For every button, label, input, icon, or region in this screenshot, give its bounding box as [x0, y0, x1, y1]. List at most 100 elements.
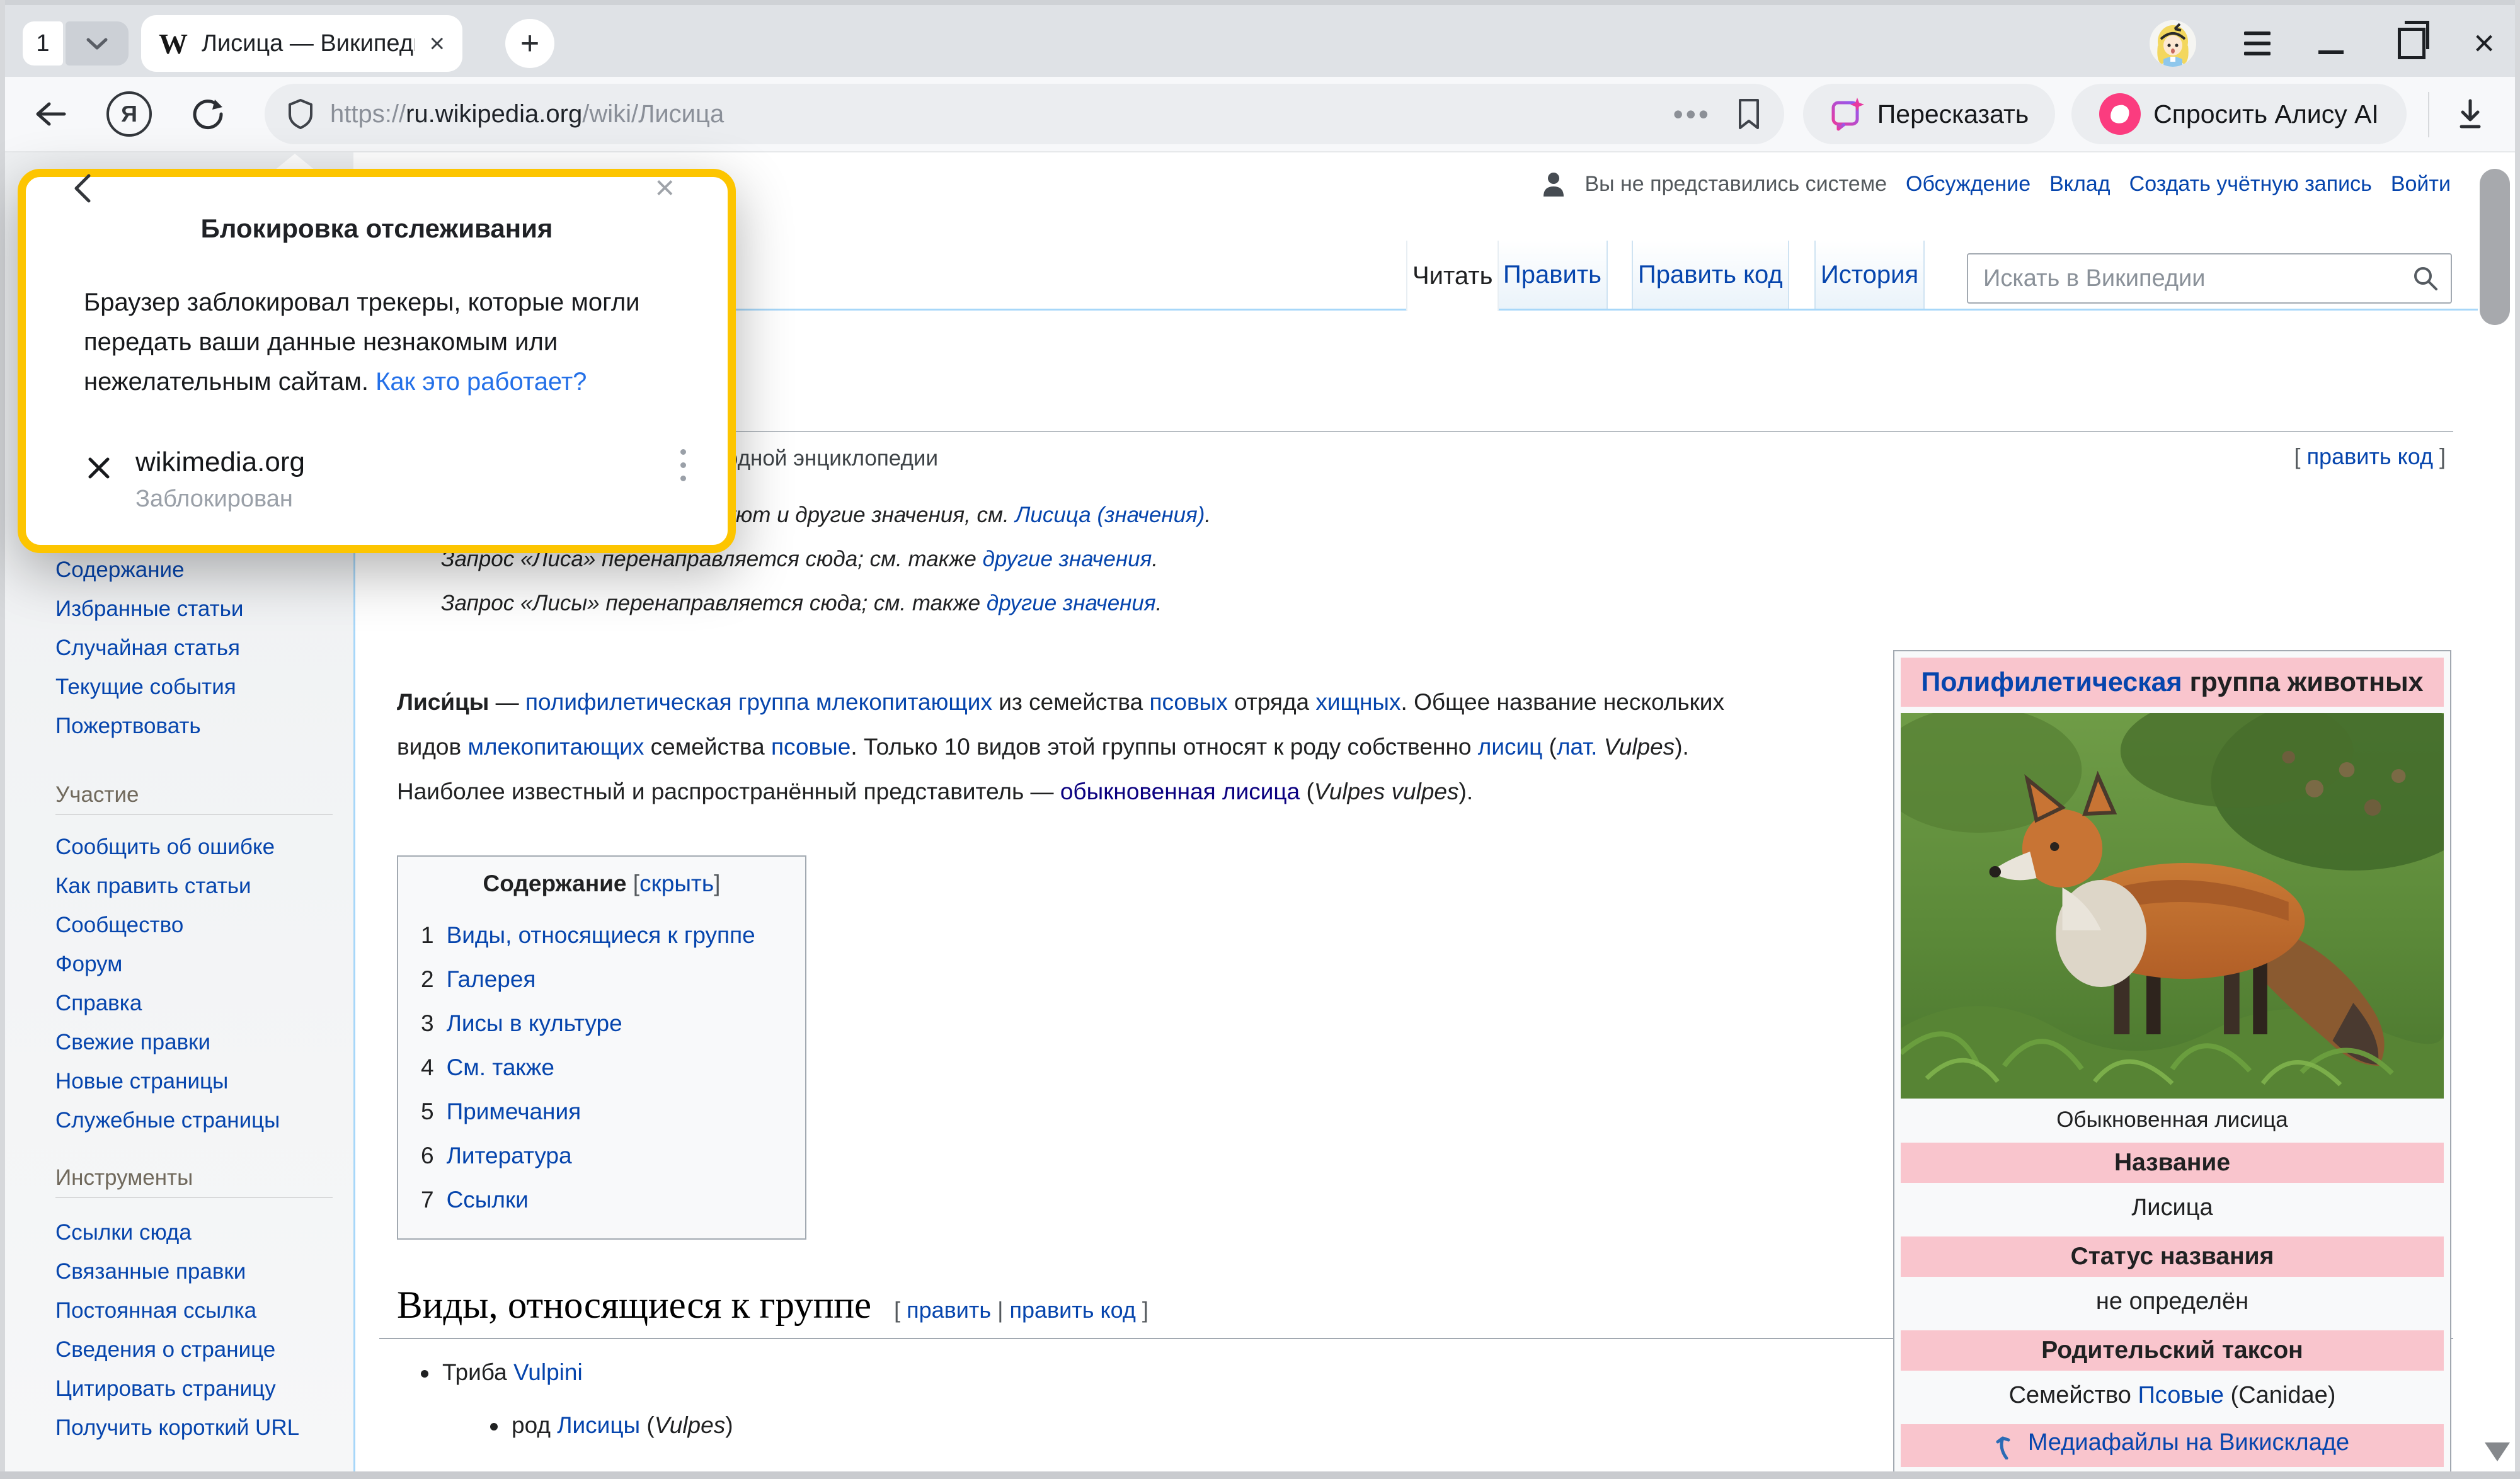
- sidebar-link[interactable]: Избранные статьи: [55, 590, 263, 629]
- section-title: Виды, относящиеся к группе: [397, 1284, 871, 1328]
- alice-logo-icon: [2099, 93, 2141, 135]
- tab-list-dropdown-button[interactable]: [66, 21, 129, 66]
- toc-link[interactable]: Лисы в культуре: [447, 1010, 622, 1036]
- inline-link[interactable]: полифилетическая группа: [525, 689, 810, 715]
- sidebar-link[interactable]: Новые страницы: [55, 1062, 333, 1101]
- sidebar-link[interactable]: Постоянная ссылка: [55, 1291, 333, 1330]
- inline-link[interactable]: другие значения: [987, 591, 1156, 615]
- ask-alice-button[interactable]: Спросить Алису AI: [2071, 84, 2407, 144]
- inline-link[interactable]: Лисица (значения): [1015, 503, 1205, 527]
- text-segment: Vulpes: [655, 1412, 725, 1438]
- commons-link[interactable]: Медиафайлы на Викискладе: [2028, 1429, 2349, 1456]
- new-tab-button[interactable]: +: [505, 19, 554, 68]
- inline-link[interactable]: хищных: [1315, 689, 1400, 715]
- tab-edit-source[interactable]: Править код: [1632, 241, 1789, 309]
- protect-shield-icon[interactable]: [287, 98, 314, 130]
- text-segment: .: [1205, 503, 1211, 527]
- tab-counter-label: 1: [36, 30, 49, 57]
- sidebar-link[interactable]: Ссылки сюда: [55, 1213, 333, 1252]
- text-segment: ).: [1459, 779, 1474, 804]
- back-button[interactable]: [25, 77, 76, 151]
- popup-close-icon[interactable]: ×: [655, 171, 675, 205]
- toc-link[interactable]: Ссылки: [447, 1187, 529, 1213]
- personal-link-create-account[interactable]: Создать учётную запись: [2129, 172, 2372, 197]
- wiki-search-input[interactable]: [1968, 265, 2412, 292]
- inline-link[interactable]: лисиц: [1478, 734, 1543, 760]
- toc-link[interactable]: Виды, относящиеся к группе: [447, 922, 755, 948]
- toc-hide-toggle[interactable]: [скрыть]: [633, 871, 721, 896]
- taxobox-commons-row: Медиафайлы на Викискладе: [1901, 1424, 2444, 1467]
- sidebar-link[interactable]: Форум: [55, 945, 333, 984]
- inline-link[interactable]: Полифилетическая: [1921, 667, 2182, 697]
- edit-source-top-link[interactable]: [ править код ]: [2294, 443, 2446, 470]
- bookmark-flag-icon[interactable]: [1736, 97, 1761, 131]
- personal-link-talk[interactable]: Обсуждение: [1906, 172, 2030, 197]
- tracker-menu-icon[interactable]: [680, 449, 686, 481]
- browser-menu-button[interactable]: [2244, 31, 2271, 55]
- sidebar-link[interactable]: Цитировать страницу: [55, 1369, 333, 1408]
- search-icon[interactable]: [2412, 265, 2439, 292]
- sidebar-link[interactable]: Справка: [55, 984, 333, 1023]
- inline-link[interactable]: Псовые: [2138, 1382, 2224, 1408]
- popup-title: Блокировка отслеживания: [26, 214, 728, 244]
- tab-counter-button[interactable]: 1: [23, 21, 63, 66]
- url-more-icon[interactable]: •••: [1673, 97, 1711, 131]
- scrollbar-thumb[interactable]: [2480, 169, 2510, 325]
- sidebar-link[interactable]: Сообщить об ошибке: [55, 828, 333, 867]
- sidebar-link[interactable]: Связанные правки: [55, 1252, 333, 1291]
- toc-link[interactable]: Примечания: [447, 1099, 581, 1124]
- text-segment: . Только 10 видов этой группы относят к …: [850, 734, 1477, 760]
- url-text[interactable]: https://ru.wikipedia.org/wiki/Лисица: [330, 100, 1673, 128]
- browser-tab[interactable]: W Лисица — Википедия ×: [141, 15, 462, 72]
- sidebar-link[interactable]: Содержание: [55, 551, 263, 590]
- downloads-button[interactable]: [2442, 77, 2499, 151]
- toc-link[interactable]: Литература: [447, 1143, 572, 1168]
- restore-window-button[interactable]: [2398, 28, 2426, 59]
- inline-link[interactable]: править код: [1009, 1297, 1135, 1323]
- fox-photo[interactable]: [1901, 713, 2444, 1099]
- inline-link[interactable]: Как это работает?: [375, 368, 587, 396]
- inline-link[interactable]: Vulpini: [513, 1359, 583, 1385]
- inline-link[interactable]: млекопитающих: [467, 734, 644, 760]
- scrollbar-down-arrow[interactable]: [2485, 1442, 2510, 1461]
- retell-ai-button[interactable]: Пересказать: [1803, 84, 2055, 144]
- inline-link[interactable]: скрыть: [639, 871, 714, 896]
- tab-close-icon[interactable]: ×: [429, 30, 445, 57]
- sidebar-link[interactable]: Случайная статья: [55, 629, 263, 668]
- inline-link[interactable]: псовых: [1149, 689, 1227, 715]
- tab-edit[interactable]: Править: [1497, 241, 1608, 309]
- sidebar-link[interactable]: Сведения о странице: [55, 1330, 333, 1369]
- toc-link[interactable]: Галерея: [447, 966, 536, 992]
- section-edit-links[interactable]: [ править | править код ]: [894, 1297, 1148, 1323]
- tab-read[interactable]: Читать: [1406, 241, 1499, 311]
- personal-link-contribs[interactable]: Вклад: [2049, 172, 2110, 197]
- profile-avatar[interactable]: [2150, 20, 2196, 67]
- address-bar[interactable]: https://ru.wikipedia.org/wiki/Лисица •••: [265, 84, 1784, 144]
- minimize-button[interactable]: [2318, 50, 2344, 54]
- sidebar-link[interactable]: Получить короткий URL: [55, 1408, 333, 1448]
- sidebar-link[interactable]: Как править статьи: [55, 867, 333, 906]
- tab-history[interactable]: История: [1814, 241, 1925, 309]
- yandex-services-button[interactable]: Я: [101, 77, 158, 151]
- sidebar-link[interactable]: Свежие правки: [55, 1023, 333, 1062]
- inline-link[interactable]: Лисицы: [557, 1412, 640, 1438]
- sidebar-link[interactable]: Текущие события: [55, 668, 263, 707]
- popup-back-button[interactable]: [71, 172, 94, 208]
- sidebar-link[interactable]: Пожертвовать: [55, 707, 263, 746]
- reload-button[interactable]: [183, 77, 233, 151]
- close-window-button[interactable]: ×: [2473, 25, 2495, 62]
- inline-link[interactable]: править: [907, 1297, 991, 1323]
- inline-link[interactable]: млекопитающих: [816, 689, 992, 715]
- inline-link[interactable]: править код: [2307, 443, 2433, 469]
- personal-link-login[interactable]: Войти: [2391, 172, 2451, 197]
- taxobox-row-header: Название: [1901, 1143, 2444, 1183]
- toc-item: 7Ссылки: [421, 1178, 799, 1222]
- sidebar-link[interactable]: Служебные страницы: [55, 1101, 333, 1140]
- sidebar-link[interactable]: Сообщество: [55, 906, 333, 945]
- inline-link[interactable]: псовые: [771, 734, 850, 760]
- inline-link[interactable]: другие значения: [983, 547, 1152, 571]
- inline-link[interactable]: обыкновенная лисица: [1060, 779, 1300, 804]
- taxobox: Полифилетическая группа животных: [1893, 650, 2451, 1473]
- toc-link[interactable]: См. также: [447, 1054, 554, 1080]
- inline-link[interactable]: лат.: [1557, 734, 1597, 760]
